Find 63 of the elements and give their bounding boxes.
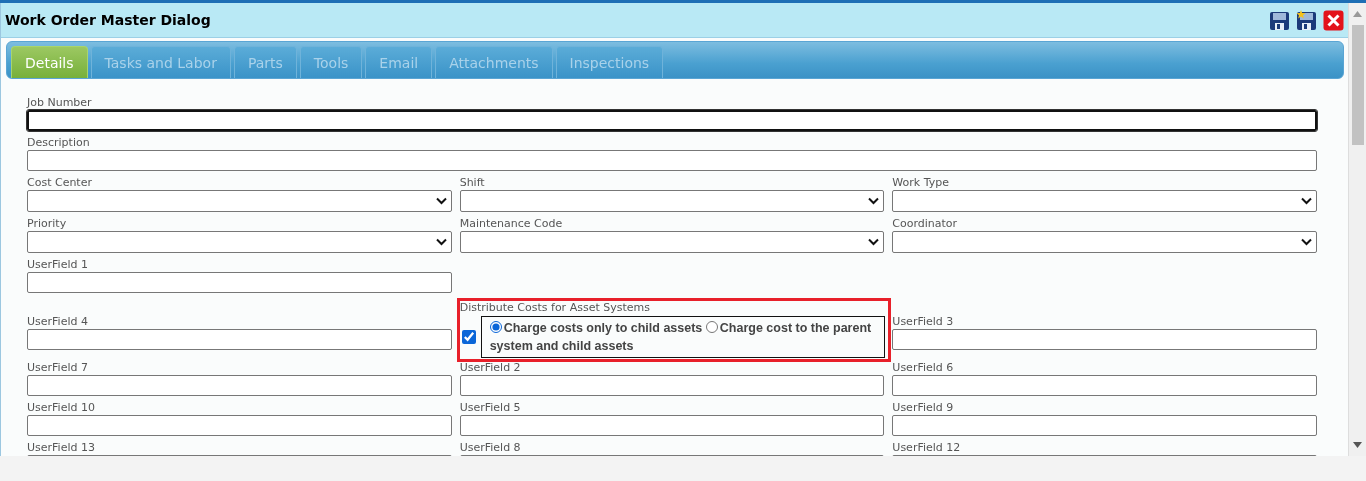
- text-field[interactable]: [27, 415, 452, 436]
- radio-button[interactable]: [489, 321, 502, 333]
- field-label: Shift: [459, 176, 486, 190]
- dropdown[interactable]: [892, 231, 1317, 253]
- text-field[interactable]: [459, 415, 885, 436]
- text-field[interactable]: [27, 329, 452, 350]
- tab[interactable]: Details: [11, 46, 88, 78]
- tab[interactable]: Attachments: [435, 46, 553, 78]
- field-label: Work Type: [892, 176, 950, 190]
- chevron-down-icon: [1301, 238, 1312, 246]
- field-label: UserField 1: [27, 258, 89, 272]
- text-field[interactable]: [459, 375, 885, 396]
- window-title: Work Order Master Dialog: [5, 12, 211, 28]
- chevron-down-icon: [868, 197, 880, 205]
- text-field[interactable]: [27, 272, 452, 293]
- scroll-down-icon[interactable]: [1353, 442, 1362, 448]
- dropdown[interactable]: [459, 190, 885, 212]
- chevron-down-icon: [435, 238, 447, 246]
- tab[interactable]: Tools: [299, 46, 363, 78]
- text-field[interactable]: [892, 329, 1317, 350]
- chevron-down-icon: [435, 197, 447, 205]
- save-icon[interactable]: [1269, 9, 1290, 31]
- field-label: UserField 13: [27, 441, 96, 455]
- field-label: Job Number: [27, 96, 93, 110]
- dropdown[interactable]: [27, 190, 452, 212]
- field-label: Distribute Costs for Asset Systems: [459, 301, 651, 315]
- field-label: UserField 9: [892, 401, 955, 415]
- text-field[interactable]: [27, 110, 1317, 131]
- field-label: UserField 2: [459, 361, 522, 375]
- radio-button[interactable]: [705, 321, 718, 333]
- field-label: Priority: [27, 217, 68, 231]
- close-icon[interactable]: [1323, 9, 1344, 31]
- field-label: Cost Center: [27, 176, 93, 190]
- chevron-down-icon: [1301, 197, 1312, 205]
- scroll-up-icon[interactable]: [1353, 11, 1362, 17]
- new-save-icon[interactable]: [1296, 9, 1317, 31]
- field-label: UserField 4: [27, 315, 89, 329]
- text-field[interactable]: [892, 415, 1317, 436]
- radio-group[interactable]: Charge costs only to child assets Charge cost to the parent system and child assets: [480, 316, 885, 358]
- field-label: UserField 7: [27, 361, 89, 375]
- scrollbar[interactable]: [1348, 3, 1366, 456]
- text-field[interactable]: [27, 375, 452, 396]
- checkbox[interactable]: [461, 330, 476, 344]
- field-label: UserField 8: [459, 441, 522, 455]
- field-label: UserField 6: [892, 361, 955, 375]
- field-label: UserField 5: [459, 401, 522, 415]
- field-label: Coordinator: [892, 217, 959, 231]
- tab[interactable]: Tasks and Labor: [90, 46, 231, 78]
- dropdown[interactable]: [459, 231, 885, 253]
- dropdown[interactable]: [27, 231, 452, 253]
- chevron-down-icon: [868, 238, 880, 246]
- tab[interactable]: Inspections: [555, 46, 664, 78]
- tab[interactable]: Email: [365, 46, 433, 78]
- dropdown[interactable]: [892, 190, 1317, 212]
- field-label: UserField 10: [27, 401, 96, 415]
- field-label: Maintenance Code: [459, 217, 564, 231]
- field-label: UserField 3: [892, 315, 955, 329]
- field-label: UserField 12: [892, 441, 962, 455]
- scroll-thumb[interactable]: [1351, 25, 1364, 145]
- tab[interactable]: Parts: [233, 46, 297, 78]
- text-field[interactable]: [892, 375, 1317, 396]
- field-label: Description: [27, 136, 91, 150]
- text-field[interactable]: [27, 150, 1317, 171]
